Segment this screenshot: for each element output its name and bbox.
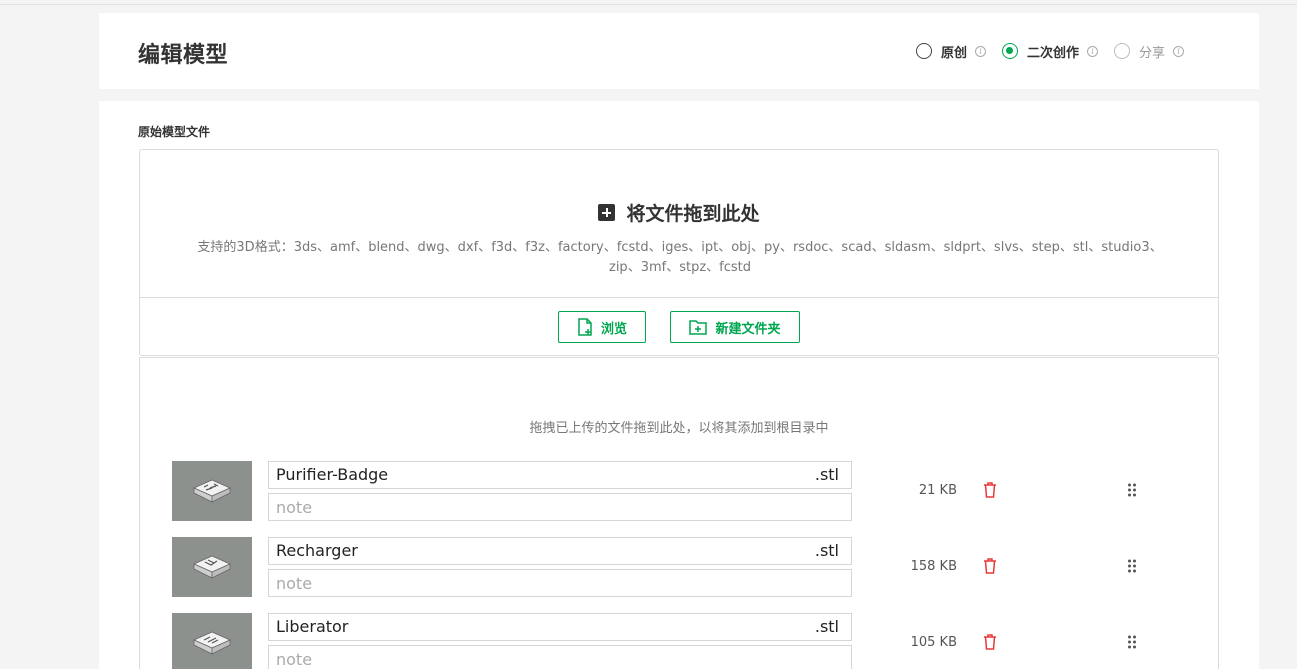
radio-share[interactable]: 分享 i bbox=[1114, 42, 1185, 61]
header-card: 编辑模型 原创 i 二次创作 i 分享 i bbox=[99, 13, 1259, 89]
note-placeholder: note bbox=[276, 498, 313, 517]
radio-share-circle[interactable] bbox=[1114, 43, 1131, 59]
main-card: 原始模型文件 将文件拖到此处 支持的3D格式：3ds、amf、blend、dwg… bbox=[99, 101, 1259, 669]
radio-share-label[interactable]: 分享 bbox=[1139, 42, 1165, 61]
file-name[interactable]: Liberator bbox=[276, 617, 348, 636]
creation-type-radio-group: 原创 i 二次创作 i 分享 i bbox=[916, 42, 1200, 61]
formats-line-2: zip、3mf、stpz、fcstd bbox=[609, 260, 751, 275]
trash-icon[interactable] bbox=[983, 558, 997, 574]
plus-square-icon bbox=[598, 204, 616, 221]
model-thumbnail[interactable] bbox=[172, 613, 252, 669]
file-drop-zone[interactable]: 将文件拖到此处 支持的3D格式：3ds、amf、blend、dwg、dxf、f3… bbox=[139, 149, 1219, 356]
top-divider bbox=[0, 4, 1297, 5]
file-size: 158 KB bbox=[910, 559, 957, 574]
file-name-field[interactable]: Purifier-Badge .stl bbox=[268, 461, 852, 489]
supported-formats: 支持的3D格式：3ds、amf、blend、dwg、dxf、f3d、f3z、fa… bbox=[170, 238, 1190, 278]
file-row: Liberator .stl note 105 KB bbox=[172, 613, 1172, 669]
file-extension: .stl bbox=[814, 541, 839, 560]
browse-button[interactable]: 浏览 bbox=[558, 311, 646, 343]
uploaded-files-area[interactable]: 拖拽已上传的文件拖到此处，以将其添加到根目录中 Purifier-Badge .… bbox=[139, 357, 1219, 669]
file-extension: .stl bbox=[814, 617, 839, 636]
note-input[interactable]: note bbox=[268, 645, 852, 669]
root-drop-hint: 拖拽已上传的文件拖到此处，以将其添加到根目录中 bbox=[529, 421, 829, 436]
file-size: 21 KB bbox=[918, 483, 957, 498]
drag-handle-icon[interactable] bbox=[1127, 483, 1137, 497]
drop-divider bbox=[140, 297, 1218, 298]
radio-original-label[interactable]: 原创 bbox=[941, 42, 967, 61]
radio-original-circle[interactable] bbox=[916, 43, 932, 59]
radio-original[interactable]: 原创 i bbox=[916, 42, 987, 61]
file-name-field[interactable]: Recharger .stl bbox=[268, 537, 852, 565]
trash-icon[interactable] bbox=[983, 482, 997, 498]
file-row: Purifier-Badge .stl note 21 KB bbox=[172, 461, 1172, 523]
info-icon[interactable]: i bbox=[975, 45, 987, 57]
browse-label: 浏览 bbox=[600, 321, 627, 337]
info-icon[interactable]: i bbox=[1173, 45, 1185, 57]
radio-derivative-label[interactable]: 二次创作 bbox=[1027, 42, 1079, 61]
new-folder-label: 新建文件夹 bbox=[715, 321, 781, 337]
info-icon[interactable]: i bbox=[1087, 45, 1099, 57]
drop-title-text: 将文件拖到此处 bbox=[626, 203, 760, 225]
file-name[interactable]: Recharger bbox=[276, 541, 358, 560]
drag-handle-icon[interactable] bbox=[1127, 635, 1137, 649]
note-input[interactable]: note bbox=[268, 493, 852, 521]
page-title: 编辑模型 bbox=[138, 43, 229, 68]
radio-derivative[interactable]: 二次创作 i bbox=[1002, 42, 1099, 61]
folder-add-icon bbox=[689, 320, 708, 335]
note-placeholder: note bbox=[276, 574, 313, 593]
file-size: 105 KB bbox=[910, 635, 957, 650]
file-name[interactable]: Purifier-Badge bbox=[276, 465, 388, 484]
file-row: Recharger .stl note 158 KB bbox=[172, 537, 1172, 599]
drag-handle-icon[interactable] bbox=[1127, 559, 1137, 573]
drop-title: 将文件拖到此处 bbox=[140, 199, 1218, 226]
note-placeholder: note bbox=[276, 650, 313, 669]
trash-icon[interactable] bbox=[983, 634, 997, 650]
new-folder-button[interactable]: 新建文件夹 bbox=[670, 311, 800, 343]
file-add-icon bbox=[578, 318, 592, 336]
model-preview-icon bbox=[193, 479, 231, 503]
section-label: 原始模型文件 bbox=[138, 125, 211, 139]
model-preview-icon bbox=[193, 631, 231, 655]
model-preview-icon bbox=[193, 555, 231, 579]
note-input[interactable]: note bbox=[268, 569, 852, 597]
formats-line-1: 支持的3D格式：3ds、amf、blend、dwg、dxf、f3d、f3z、fa… bbox=[197, 240, 1163, 255]
model-thumbnail[interactable] bbox=[172, 461, 252, 521]
file-extension: .stl bbox=[814, 465, 839, 484]
model-thumbnail[interactable] bbox=[172, 537, 252, 597]
radio-derivative-circle[interactable] bbox=[1002, 43, 1019, 59]
file-name-field[interactable]: Liberator .stl bbox=[268, 613, 852, 641]
